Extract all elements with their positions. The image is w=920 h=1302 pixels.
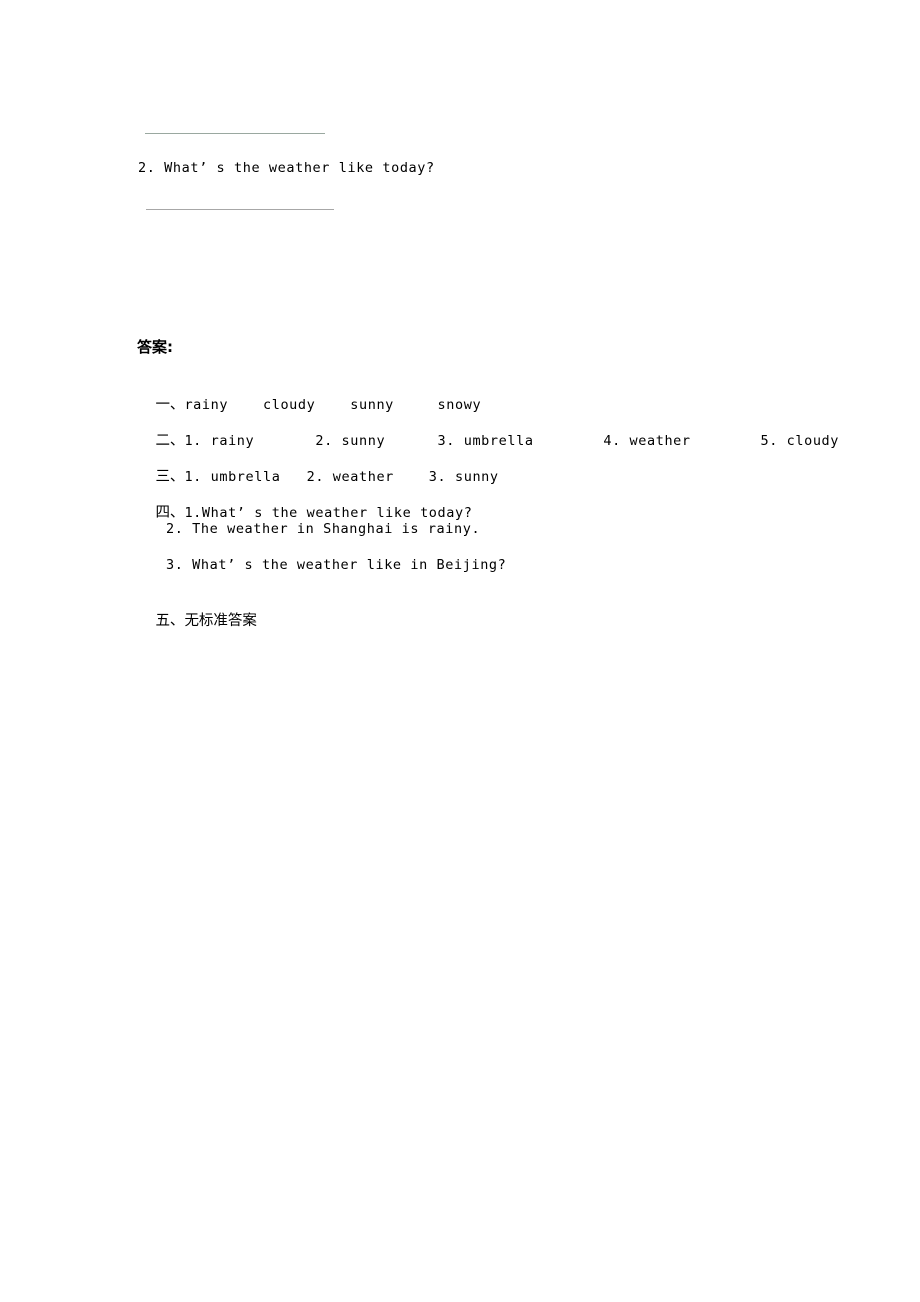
answer-section-5-text: 无标准答案	[184, 613, 257, 629]
answer-blank-rule-2	[146, 209, 334, 210]
answer-blank-rule-1	[145, 133, 325, 134]
answer-sub-item-3: 3. What’ s the weather like in Beijing?	[166, 557, 507, 573]
answers-heading: 答案:	[137, 338, 173, 356]
answer-section-5-marker: 五、	[155, 613, 185, 629]
answer-section-5: 五、无标准答案	[137, 591, 257, 651]
question-item-2: 2. What’ s the weather like today?	[138, 160, 435, 176]
document-page: 2. What’ s the weather like today? 答案: 一…	[0, 0, 920, 1302]
answer-sub-item-2: 2. The weather in Shanghai is rainy.	[166, 521, 481, 537]
